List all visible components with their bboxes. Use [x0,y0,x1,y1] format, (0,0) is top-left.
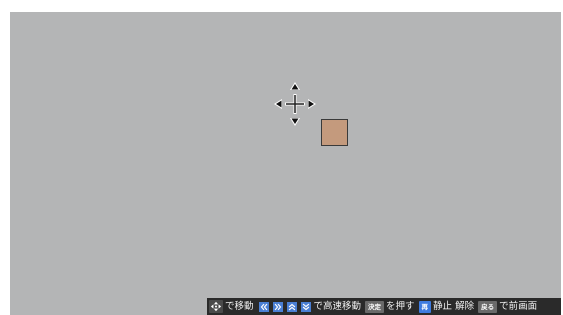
control-help-bar: で移動 で高速移動 決定 を押す 再 静止 解除 戻る で前画面 [207,298,561,315]
back-key-badge: 戻る [478,300,498,313]
fast-move-hint-text: で高速移動 [313,301,362,312]
double-chevron-down-icon [300,301,312,313]
play-key-label: 再 [421,302,429,311]
pause-hint-text: 静止 解除 [433,301,475,312]
enter-key-badge: 決定 [365,300,385,313]
color-swatch [321,119,348,146]
press-hint-text: を押す [386,301,415,312]
play-key-badge: 再 [418,300,432,313]
move-crosshair-icon[interactable] [274,82,316,126]
dpad-icon [209,300,223,313]
move-hint-text: で移動 [225,301,254,312]
enter-key-label: 決定 [368,302,382,311]
back-hint-text: で前画面 [499,301,538,312]
double-chevron-left-icon [258,301,270,313]
double-chevron-up-icon [286,301,298,313]
canvas-area[interactable] [10,12,561,315]
double-chevron-right-icon [272,301,284,313]
screen: で移動 で高速移動 決定 を押す 再 静止 解除 戻る で前画面 [0,0,563,315]
back-key-label: 戻る [481,302,495,311]
